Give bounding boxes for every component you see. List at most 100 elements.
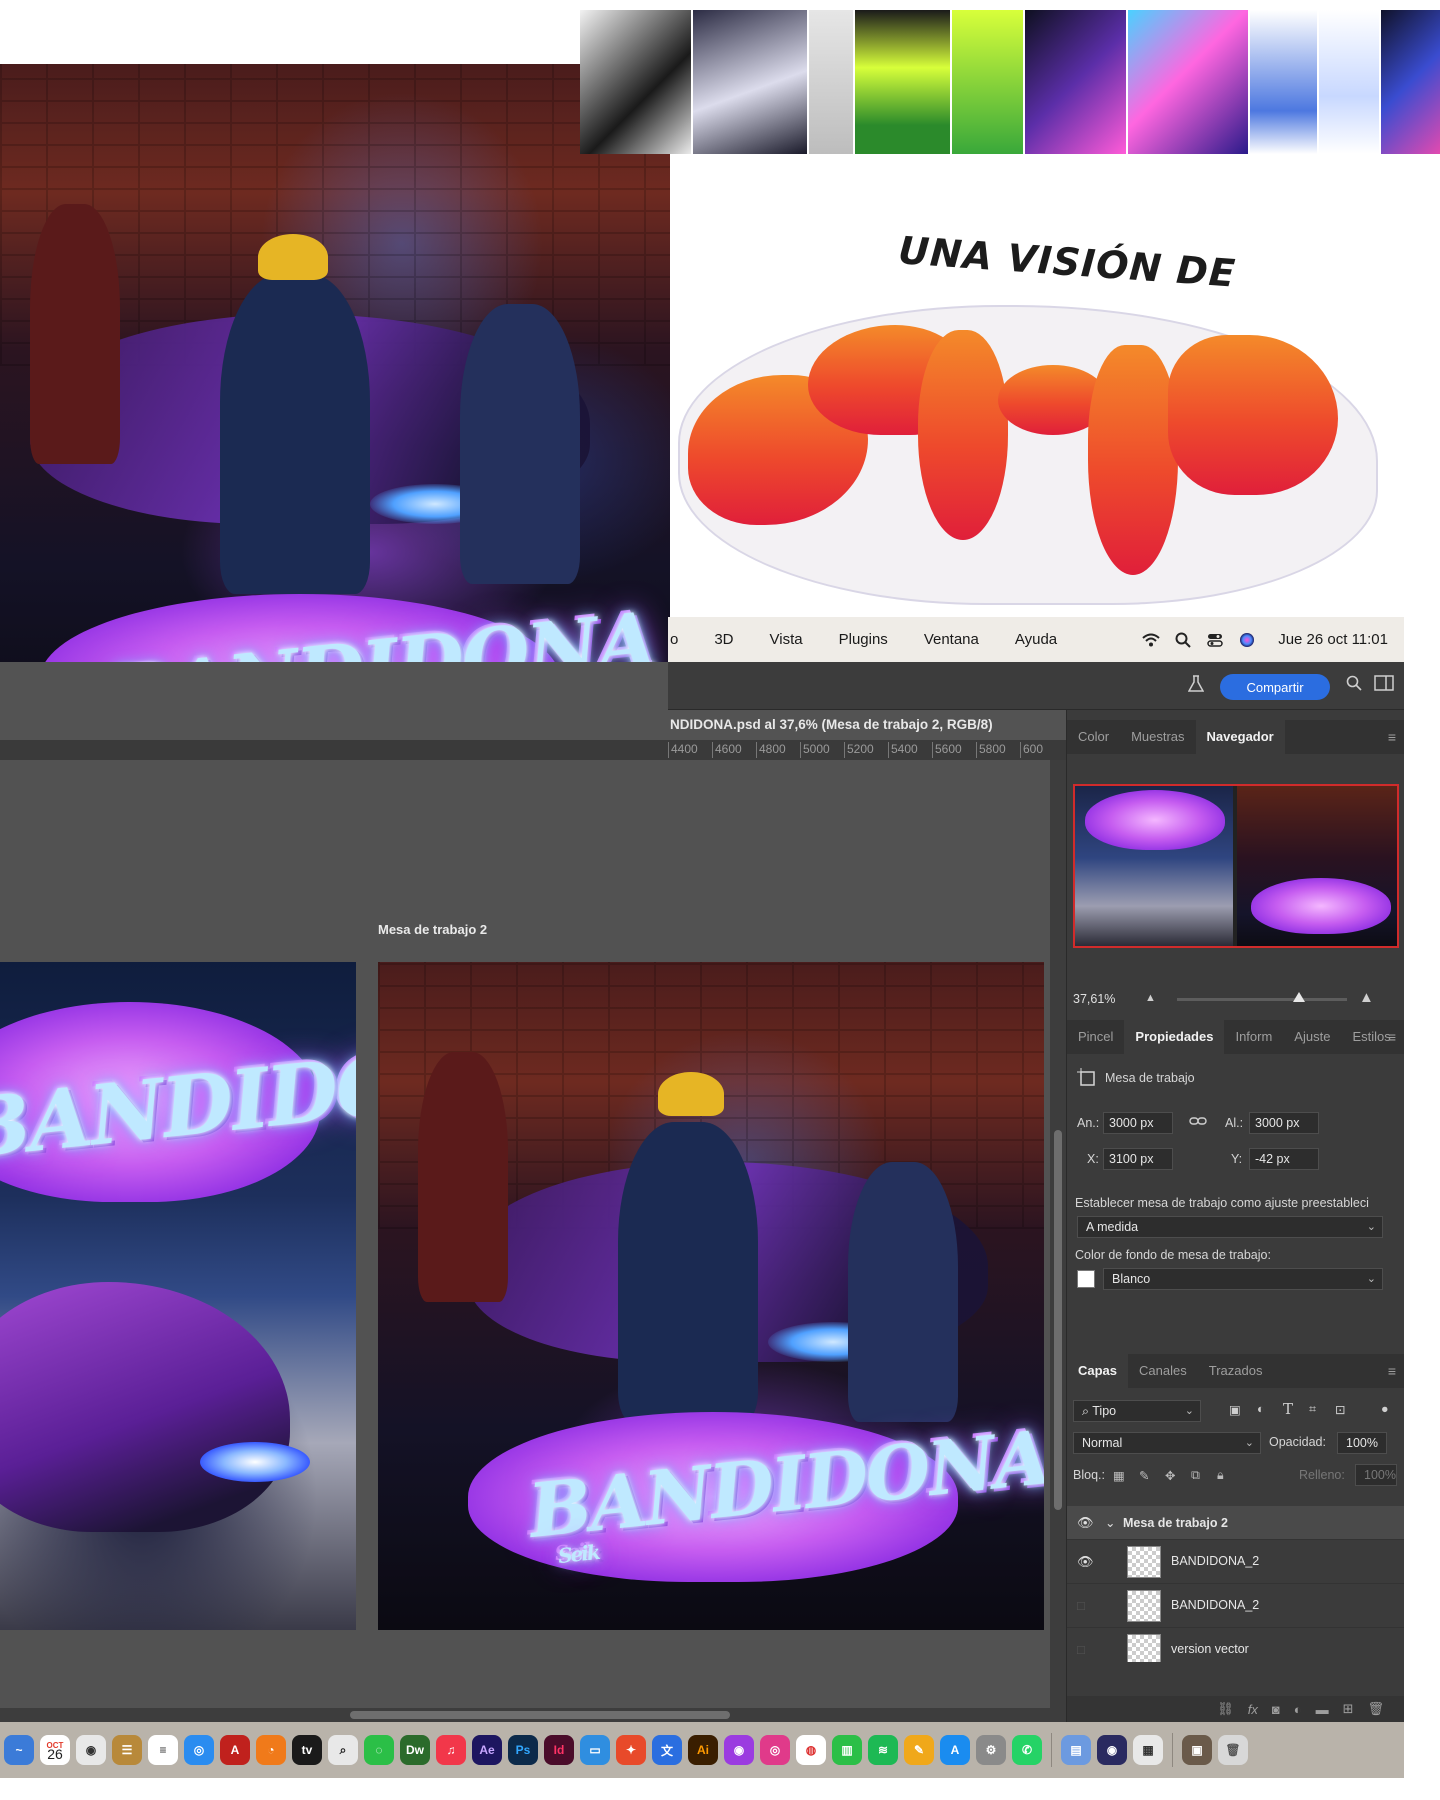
- tab-propiedades[interactable]: Propiedades: [1124, 1020, 1225, 1054]
- menu-item-ayuda[interactable]: Ayuda: [997, 631, 1075, 648]
- lock-transparency-icon[interactable]: ▦: [1113, 1468, 1125, 1483]
- filter-image-icon[interactable]: ▣: [1229, 1402, 1241, 1417]
- adjustment-layer-icon[interactable]: ◐: [1294, 1702, 1302, 1717]
- zoom-out-icon[interactable]: ▲: [1145, 992, 1156, 1004]
- control-center-icon[interactable]: [1206, 632, 1224, 648]
- layer-row[interactable]: □ version vector: [1067, 1628, 1404, 1662]
- y-field[interactable]: [1249, 1148, 1319, 1170]
- wifi-icon[interactable]: [1142, 632, 1160, 648]
- tab-ajuste[interactable]: Ajuste: [1283, 1020, 1341, 1054]
- document-tab[interactable]: NDIDONA.psd al 37,6% (Mesa de trabajo 2,…: [668, 710, 1066, 740]
- vertical-scrollbar[interactable]: [1050, 760, 1066, 1708]
- artboard-2[interactable]: BANDIDONA Seik: [378, 962, 1044, 1630]
- canvas-area[interactable]: BANDIDONA Mesa de trabajo 2 BANDIDONA Se…: [0, 760, 1050, 1708]
- search-icon[interactable]: [1174, 632, 1192, 648]
- calculator-icon[interactable]: ▦: [1133, 1735, 1163, 1765]
- trash-icon[interactable]: 🗑︎: [1218, 1735, 1248, 1765]
- acrobat-icon[interactable]: A: [220, 1735, 250, 1765]
- menu-item-ventana[interactable]: Ventana: [906, 631, 997, 648]
- layer-row[interactable]: □ BANDIDONA_2: [1067, 1584, 1404, 1628]
- menu-item-plugins[interactable]: Plugins: [821, 631, 906, 648]
- app-store-icon[interactable]: A: [940, 1735, 970, 1765]
- share-button[interactable]: Compartir: [1220, 674, 1330, 700]
- artboard-1[interactable]: BANDIDONA: [0, 962, 356, 1630]
- translate-icon[interactable]: 文: [652, 1735, 682, 1765]
- spotify-icon[interactable]: ≋: [868, 1735, 898, 1765]
- tab-navegador[interactable]: Navegador: [1195, 720, 1285, 754]
- tab-capas[interactable]: Capas: [1067, 1354, 1129, 1388]
- downloads-icon[interactable]: ▣: [1182, 1735, 1212, 1765]
- zoom-slider-thumb[interactable]: [1293, 992, 1306, 1002]
- eye-icon[interactable]: 👁︎: [1077, 1554, 1094, 1570]
- reminders-icon[interactable]: ≡: [148, 1735, 178, 1765]
- messages-icon[interactable]: ◌: [364, 1735, 394, 1765]
- tab-pincel[interactable]: Pincel: [1067, 1020, 1124, 1054]
- finder-window-icon[interactable]: ▤: [1061, 1735, 1091, 1765]
- instagram-icon[interactable]: ◎: [760, 1735, 790, 1765]
- layer-group-row[interactable]: 👁︎ ⌄ Mesa de trabajo 2: [1067, 1506, 1404, 1540]
- width-field[interactable]: [1103, 1112, 1173, 1134]
- illustrator-icon[interactable]: Ai: [688, 1735, 718, 1765]
- siri-icon[interactable]: [1238, 632, 1256, 648]
- link-layers-icon[interactable]: ⛓︎: [1217, 1701, 1234, 1717]
- filter-smart-object-icon[interactable]: ⊡: [1335, 1402, 1345, 1417]
- filter-type-icon[interactable]: T: [1283, 1400, 1293, 1418]
- height-field[interactable]: [1249, 1112, 1319, 1134]
- audio-app-icon[interactable]: ◉: [1097, 1735, 1127, 1765]
- contacts-icon[interactable]: ☰: [112, 1735, 142, 1765]
- dreamweaver-icon[interactable]: Dw: [400, 1735, 430, 1765]
- scroll-thumb[interactable]: [1054, 1130, 1062, 1510]
- layer-filter-select[interactable]: ⌕ Tipo ⌄: [1073, 1400, 1201, 1422]
- flask-icon[interactable]: [1187, 675, 1205, 698]
- fx-icon[interactable]: fx: [1248, 1702, 1258, 1717]
- lock-position-icon[interactable]: ✥: [1165, 1468, 1175, 1483]
- pages-icon[interactable]: ✎: [904, 1735, 934, 1765]
- zoom-slider[interactable]: [1177, 998, 1347, 1001]
- eye-hidden-icon[interactable]: □: [1077, 1598, 1085, 1613]
- music-icon[interactable]: ♫: [436, 1735, 466, 1765]
- lock-artboard-icon[interactable]: ⧉: [1191, 1468, 1200, 1483]
- eye-hidden-icon[interactable]: □: [1077, 1642, 1085, 1657]
- blend-mode-select[interactable]: Normal ⌄: [1073, 1432, 1261, 1454]
- menu-item-3d[interactable]: 3D: [696, 631, 751, 648]
- menu-item-vista[interactable]: Vista: [752, 631, 821, 648]
- preview-icon[interactable]: ⌕: [328, 1735, 358, 1765]
- blender-icon[interactable]: ◔: [256, 1735, 286, 1765]
- layer-row[interactable]: 👁︎ BANDIDONA_2: [1067, 1540, 1404, 1584]
- numbers-icon[interactable]: ▥: [832, 1735, 862, 1765]
- tab-color[interactable]: Color: [1067, 720, 1120, 754]
- indesign-icon[interactable]: Id: [544, 1735, 574, 1765]
- artboard-label[interactable]: Mesa de trabajo 2: [378, 922, 487, 937]
- safari-icon[interactable]: ◎: [184, 1735, 214, 1765]
- tab-canales[interactable]: Canales: [1128, 1354, 1198, 1388]
- compass-app-icon[interactable]: ✦: [616, 1735, 646, 1765]
- podcasts-icon[interactable]: ◉: [724, 1735, 754, 1765]
- navigator-preview[interactable]: [1073, 784, 1399, 948]
- panel-menu-icon[interactable]: ≡: [1388, 729, 1396, 745]
- link-icon[interactable]: [1189, 1114, 1207, 1131]
- folder-icon[interactable]: ▬: [1316, 1702, 1329, 1717]
- settings-icon[interactable]: ⚙: [976, 1735, 1006, 1765]
- horizontal-scrollbar[interactable]: [0, 1708, 1066, 1722]
- scroll-thumb[interactable]: [350, 1711, 730, 1719]
- keynote-icon[interactable]: ▭: [580, 1735, 610, 1765]
- zoom-in-icon[interactable]: ▲: [1359, 989, 1374, 1006]
- lock-pixels-icon[interactable]: ✎: [1139, 1468, 1149, 1483]
- filter-toggle-icon[interactable]: ●: [1381, 1402, 1389, 1416]
- new-layer-icon[interactable]: ⊞: [1343, 1701, 1354, 1717]
- menubar-clock[interactable]: Jue 26 oct 11:01: [1278, 631, 1388, 648]
- filter-adjustment-icon[interactable]: ◐: [1257, 1402, 1265, 1416]
- tab-inform[interactable]: Inform: [1224, 1020, 1283, 1054]
- zoom-value[interactable]: 37,61%: [1073, 992, 1115, 1006]
- menu-item[interactable]: o: [668, 631, 696, 648]
- bg-color-swatch[interactable]: [1077, 1270, 1095, 1288]
- freeform-icon[interactable]: ~: [4, 1735, 34, 1765]
- preset-select[interactable]: A medida ⌄: [1077, 1216, 1383, 1238]
- bg-color-select[interactable]: Blanco ⌄: [1103, 1268, 1383, 1290]
- tab-muestras[interactable]: Muestras: [1120, 720, 1195, 754]
- apple-tv-icon[interactable]: tv: [292, 1735, 322, 1765]
- photoshop-icon[interactable]: Ps: [508, 1735, 538, 1765]
- opacity-field[interactable]: 100%: [1337, 1432, 1387, 1454]
- x-field[interactable]: [1103, 1148, 1173, 1170]
- calendar-icon[interactable]: OCT 26: [40, 1735, 70, 1765]
